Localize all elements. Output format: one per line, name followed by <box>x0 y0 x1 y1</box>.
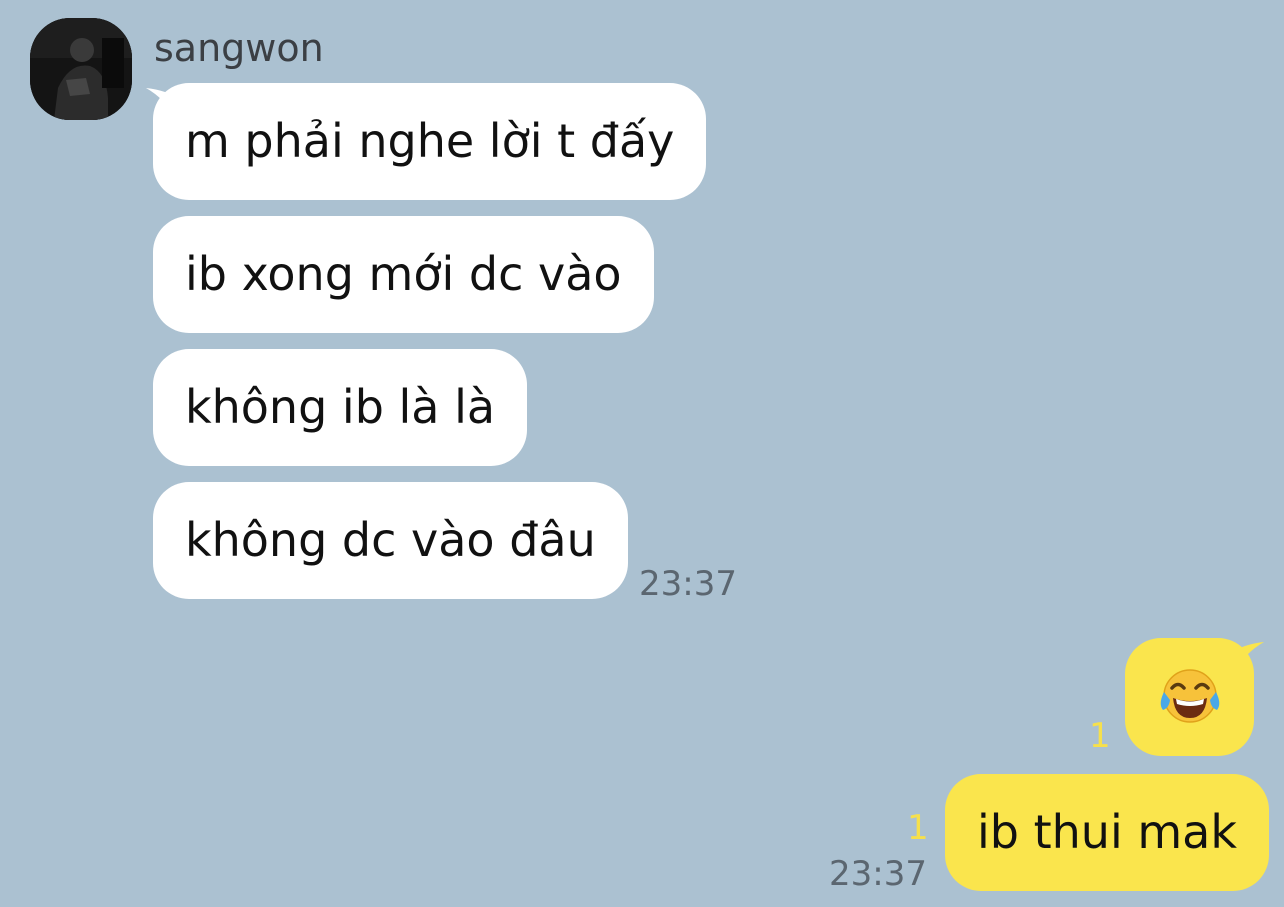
incoming-message[interactable]: không dc vào đâu <box>153 482 628 599</box>
message-text: không dc vào đâu <box>185 513 596 567</box>
profile-photo <box>30 18 132 120</box>
message-text: ib thui mak <box>977 805 1237 859</box>
outgoing-emoji-message[interactable] <box>1125 638 1254 756</box>
message-text: không ib là là <box>185 380 496 434</box>
unread-count: 1 <box>1089 716 1111 756</box>
chat-view: sangwon m phải nghe lời t đấy ib xong mớ… <box>0 0 1284 907</box>
message-timestamp: 23:37 <box>829 854 927 894</box>
incoming-message[interactable]: m phải nghe lời t đấy <box>153 83 707 200</box>
message-text: ib xong mới dc vào <box>185 247 622 301</box>
face-with-tears-of-joy-icon <box>1160 669 1220 723</box>
sender-name: sangwon <box>154 26 324 70</box>
incoming-message[interactable]: ib xong mới dc vào <box>153 216 654 333</box>
avatar[interactable] <box>30 18 132 120</box>
outgoing-message[interactable]: ib thui mak <box>945 774 1269 891</box>
incoming-message[interactable]: không ib là là <box>153 349 528 466</box>
message-timestamp: 23:37 <box>639 564 737 604</box>
message-text: m phải nghe lời t đấy <box>185 114 675 168</box>
unread-count: 1 <box>907 808 929 848</box>
